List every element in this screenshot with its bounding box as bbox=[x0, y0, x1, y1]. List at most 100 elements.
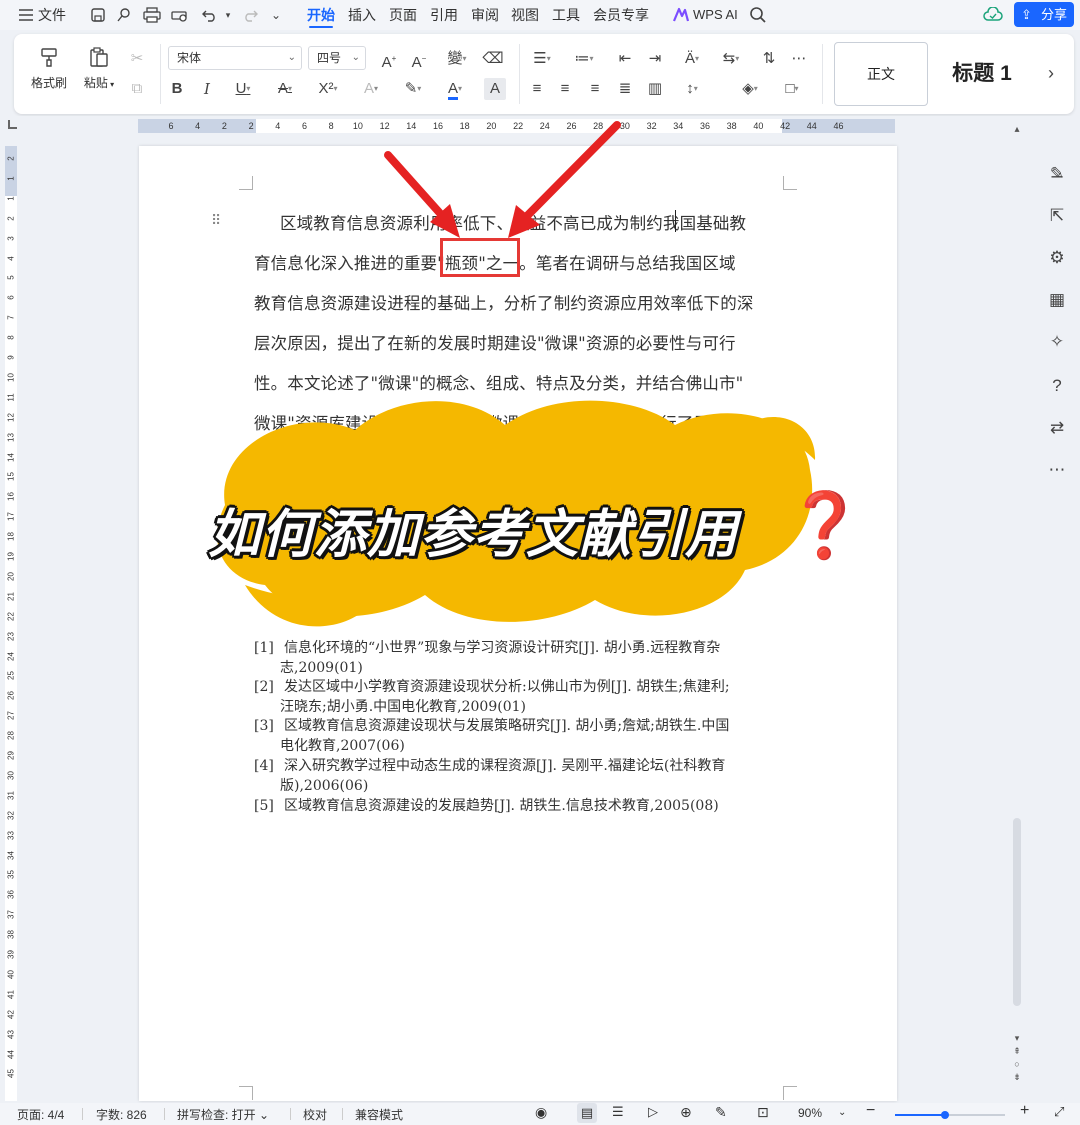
strikethrough-icon[interactable]: A▾ bbox=[270, 78, 300, 100]
word-count[interactable]: 字数: 826 bbox=[96, 1106, 147, 1123]
increase-font-size-icon[interactable]: A+ bbox=[378, 48, 400, 71]
font-size-select[interactable]: 四号 ⌄ bbox=[308, 46, 366, 70]
image-chart-icon[interactable]: ▦ bbox=[1045, 288, 1069, 312]
vertical-scrollbar[interactable] bbox=[1013, 818, 1021, 1006]
eye-protection-icon[interactable]: ◉ bbox=[535, 1104, 547, 1121]
border-icon[interactable]: □▾ bbox=[776, 78, 808, 100]
save-icon[interactable] bbox=[88, 5, 108, 25]
zoom-slider[interactable] bbox=[895, 1111, 1005, 1119]
tools-icon[interactable]: ✧ bbox=[1045, 330, 1069, 354]
bullet-list-icon[interactable]: ☰▾ bbox=[526, 48, 558, 70]
text-effect-icon[interactable]: A▾ bbox=[356, 78, 386, 100]
style-heading-1[interactable]: 标题 1 bbox=[932, 42, 1032, 106]
paste-button[interactable]: 粘贴 ▾ bbox=[74, 42, 124, 108]
clear-format-icon[interactable]: ⌫ bbox=[482, 48, 504, 70]
edit-pen-icon[interactable]: ✎ bbox=[1045, 162, 1069, 186]
phonetic-guide-icon[interactable]: 變▾ bbox=[442, 48, 472, 70]
page-view-icon[interactable]: ▤ bbox=[577, 1103, 597, 1123]
decrease-indent-icon[interactable]: ⇤ bbox=[614, 48, 636, 70]
format-painter-button[interactable]: 格式刷 bbox=[24, 42, 74, 108]
paragraph-line: 教育信息资源建设进程的基础上，分析了制约资源应用效率低下的深 bbox=[254, 294, 754, 313]
ruler-tick-label: 34 bbox=[673, 121, 684, 131]
tab-review[interactable]: 审阅 bbox=[471, 0, 499, 30]
zoom-slider-knob[interactable] bbox=[940, 1111, 949, 1119]
spell-check-toggle[interactable]: 拼写检查: 打开 ⌄ bbox=[177, 1106, 269, 1123]
highlight-pen-icon[interactable]: ✎▾ bbox=[398, 78, 428, 100]
superscript-icon[interactable]: X²▾ bbox=[312, 78, 344, 100]
fit-page-icon[interactable]: ⊡ bbox=[757, 1104, 769, 1121]
ruler-tick-label: 37 bbox=[6, 910, 16, 920]
help-icon[interactable]: ? bbox=[1045, 374, 1069, 398]
bold-icon[interactable]: B bbox=[166, 78, 188, 100]
paragraph-shading-icon[interactable]: ◈▾ bbox=[734, 78, 766, 100]
font-color-icon[interactable]: A▾ bbox=[440, 78, 470, 100]
zoom-dropdown-icon[interactable]: ⌄ bbox=[838, 1107, 846, 1118]
scroll-up-icon[interactable]: ▴ bbox=[1012, 124, 1022, 144]
tab-page[interactable]: 页面 bbox=[389, 0, 417, 30]
share-button[interactable]: ⇪ 分享 bbox=[1014, 2, 1074, 27]
italic-icon[interactable]: I bbox=[196, 78, 218, 100]
sort-direction-icon[interactable]: ⇆▾ bbox=[716, 48, 746, 70]
justify-icon[interactable]: ≣ bbox=[614, 78, 636, 100]
select-cursor-icon[interactable]: ⇱ bbox=[1045, 204, 1069, 228]
character-shading-icon[interactable]: A bbox=[484, 78, 506, 100]
tab-home[interactable]: 开始 bbox=[307, 0, 335, 30]
align-left-icon[interactable]: ≡ bbox=[526, 78, 548, 100]
write-mode-icon[interactable]: ✎ bbox=[715, 1104, 727, 1121]
underline-icon[interactable]: U▾ bbox=[228, 78, 258, 100]
text-direction-icon[interactable]: Ä▾ bbox=[676, 48, 708, 70]
adjust-settings-icon[interactable]: ⚙ bbox=[1045, 246, 1069, 270]
zoom-out-icon[interactable]: − bbox=[866, 1102, 875, 1120]
numbered-list-icon[interactable]: ≔▾ bbox=[568, 48, 600, 70]
align-center-icon[interactable]: ≡ bbox=[554, 78, 576, 100]
hamburger-menu-icon[interactable] bbox=[16, 5, 36, 25]
export-pdf-icon[interactable] bbox=[114, 5, 134, 25]
ruler-tick-label: 21 bbox=[6, 591, 16, 601]
tab-stop-selector-icon[interactable] bbox=[8, 120, 17, 129]
drag-handle-icon[interactable]: ⠿ bbox=[211, 212, 221, 229]
zoom-level[interactable]: 90% bbox=[798, 1106, 822, 1120]
line-spacing-icon[interactable]: ↕▾ bbox=[676, 78, 708, 100]
vertical-ruler[interactable]: 2 1 1 2 3 4 5 6 7 8 9 10 11 12 13 14 15 16 17 18 19 20 21 22 23 2… bbox=[0, 136, 20, 1101]
search-icon[interactable] bbox=[748, 5, 768, 25]
print-icon[interactable] bbox=[142, 5, 162, 25]
menu-bar: 文件 ▾ ⌄ 开始 插入 页面 引用 审阅 视图 工具 会员专享 WPS AI … bbox=[0, 0, 1080, 30]
fullscreen-icon[interactable]: ⤢ bbox=[1054, 1104, 1064, 1120]
outline-view-icon[interactable]: ☰ bbox=[612, 1104, 624, 1120]
web-view-icon[interactable]: ⊕ bbox=[680, 1104, 692, 1121]
redo-icon[interactable] bbox=[240, 5, 260, 25]
print-preview-icon[interactable] bbox=[170, 5, 190, 25]
scroll-nav-buttons[interactable]: ▾ ⇞ ○ ⇟ bbox=[1012, 1032, 1022, 1084]
play-icon[interactable]: ▷ bbox=[648, 1104, 658, 1120]
align-right-icon[interactable]: ≡ bbox=[584, 78, 606, 100]
file-menu[interactable]: 文件 bbox=[38, 0, 66, 30]
distributed-align-icon[interactable]: ▥ bbox=[644, 78, 666, 100]
copy-icon[interactable]: ⧉ bbox=[126, 78, 148, 100]
tab-references[interactable]: 引用 bbox=[430, 0, 458, 30]
quick-access-more-icon[interactable]: ⌄ bbox=[266, 5, 286, 25]
tab-member[interactable]: 会员专享 bbox=[593, 0, 649, 30]
show-hide-marks-icon[interactable]: ⋯ bbox=[788, 48, 810, 70]
font-name-select[interactable]: 宋体 ⌄ bbox=[168, 46, 302, 70]
styles-next-icon[interactable]: › bbox=[1040, 62, 1062, 84]
decrease-font-size-icon[interactable]: A− bbox=[408, 48, 430, 71]
ruler-tick-label: 6 bbox=[301, 121, 308, 131]
tab-insert[interactable]: 插入 bbox=[348, 0, 376, 30]
horizontal-ruler[interactable]: 6 4 2 2 4 6 8 10 12 14 16 18 20 22 24 26 28 30 32 34 36 38 40 4… bbox=[0, 116, 1080, 136]
undo-dropdown-icon[interactable]: ▾ bbox=[218, 5, 238, 25]
ruler-tick-label: 39 bbox=[6, 950, 16, 959]
undo-icon[interactable] bbox=[200, 5, 220, 25]
tab-view[interactable]: 视图 bbox=[511, 0, 539, 30]
cut-icon[interactable]: ✂ bbox=[126, 48, 148, 70]
translate-icon[interactable]: ⇄ bbox=[1045, 416, 1069, 440]
proofread-button[interactable]: 校对 bbox=[303, 1106, 327, 1123]
more-options-icon[interactable]: ⋯ bbox=[1045, 458, 1069, 482]
zoom-in-icon[interactable]: + bbox=[1020, 1102, 1029, 1120]
page-indicator[interactable]: 页面: 4/4 bbox=[17, 1106, 64, 1123]
wps-ai-button[interactable]: WPS AI bbox=[693, 0, 738, 30]
tab-tools[interactable]: 工具 bbox=[552, 0, 580, 30]
sort-icon[interactable]: ⇅ bbox=[758, 48, 780, 70]
style-normal[interactable]: 正文 bbox=[834, 42, 928, 106]
increase-indent-icon[interactable]: ⇥ bbox=[644, 48, 666, 70]
cloud-sync-icon[interactable] bbox=[983, 5, 1003, 25]
